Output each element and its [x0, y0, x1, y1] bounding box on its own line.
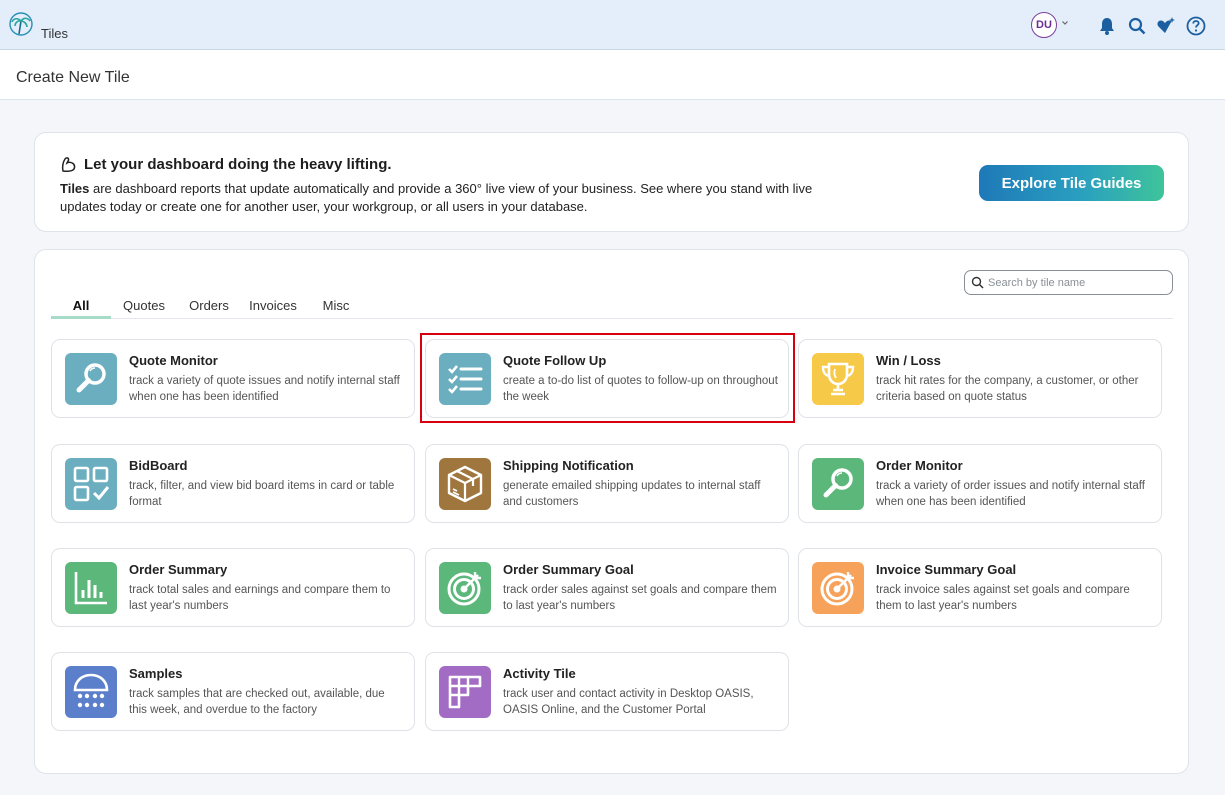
tile-description: track total sales and earnings and compa… — [129, 584, 391, 612]
tile-title: Samples — [129, 666, 183, 681]
intro-heading-text: Let your dashboard doing the heavy lifti… — [84, 156, 392, 173]
chevron-down-icon[interactable] — [1060, 18, 1070, 28]
search-icon[interactable] — [1127, 16, 1147, 36]
tile-description: track a variety of order issues and noti… — [876, 480, 1145, 508]
tile-title: Shipping Notification — [503, 458, 634, 473]
tile-description: track hit rates for the company, a custo… — [876, 375, 1139, 403]
tile-title: Activity Tile — [503, 666, 576, 681]
target-icon — [812, 562, 864, 614]
tile-description: track a variety of quote issues and noti… — [129, 375, 400, 403]
tile-win-loss[interactable]: Win / Loss track hit rates for the compa… — [798, 339, 1162, 418]
app-title: Tiles — [41, 26, 68, 41]
tab-invoices[interactable]: Invoices — [247, 298, 299, 319]
target-icon — [439, 562, 491, 614]
tile-invoice-summary-goal[interactable]: Invoice Summary Goal track invoice sales… — [798, 548, 1162, 627]
tab-orders[interactable]: Orders — [185, 298, 233, 319]
palm-tree-logo-icon[interactable] — [9, 12, 33, 38]
tile-shipping-notification[interactable]: Shipping Notification generate emailed s… — [425, 444, 789, 523]
top-bar: Tiles DU — [0, 0, 1225, 50]
category-tabs: All Quotes Orders Invoices Misc — [51, 298, 1173, 319]
page-title: Create New Tile — [16, 69, 130, 86]
intro-card: Let your dashboard doing the heavy lifti… — [34, 132, 1189, 232]
tile-description: track samples that are checked out, avai… — [129, 688, 385, 716]
page-header: Create New Tile — [0, 50, 1225, 100]
tile-title: Invoice Summary Goal — [876, 562, 1017, 577]
tab-quotes[interactable]: Quotes — [120, 298, 168, 319]
checklist-icon — [439, 353, 491, 405]
activity-grid-icon — [439, 666, 491, 718]
tile-bidboard[interactable]: BidBoard track, filter, and view bid boa… — [51, 444, 415, 523]
intro-heading: Let your dashboard doing the heavy lifti… — [60, 156, 392, 173]
user-avatar[interactable]: DU — [1031, 12, 1057, 38]
tile-description: create a to-do list of quotes to follow-… — [503, 375, 778, 403]
tile-title: Order Summary — [129, 562, 228, 577]
tile-order-summary-goal[interactable]: Order Summary Goal track order sales aga… — [425, 548, 789, 627]
explore-tile-guides-button[interactable]: Explore Tile Guides — [979, 165, 1164, 201]
tile-description: track user and contact activity in Deskt… — [503, 688, 754, 716]
trophy-icon — [812, 353, 864, 405]
tile-description: generate emailed shipping updates to int… — [503, 480, 761, 508]
search-icon — [971, 276, 984, 289]
bar-chart-icon — [65, 562, 117, 614]
tile-samples[interactable]: Samples track samples that are checked o… — [51, 652, 415, 731]
tab-all[interactable]: All — [51, 298, 111, 319]
tile-title: Order Summary Goal — [503, 562, 634, 577]
magnifier-icon — [812, 458, 864, 510]
intro-description-bold: Tiles — [60, 181, 90, 196]
tile-order-monitor[interactable]: Order Monitor track a variety of order i… — [798, 444, 1162, 523]
tile-activity[interactable]: Activity Tile track user and contact act… — [425, 652, 789, 731]
tile-title: Win / Loss — [876, 353, 941, 368]
tile-quote-follow-up[interactable]: Quote Follow Up create a to-do list of q… — [425, 339, 789, 418]
tile-search-input[interactable] — [988, 273, 1168, 292]
tile-quote-monitor[interactable]: Quote Monitor track a variety of quote i… — [51, 339, 415, 418]
flexed-arm-icon — [61, 157, 76, 173]
magnifier-icon — [65, 353, 117, 405]
intro-description: Tiles are dashboard reports that update … — [60, 180, 840, 216]
tile-description: track order sales against set goals and … — [503, 584, 777, 612]
tile-title: BidBoard — [129, 458, 188, 473]
help-icon[interactable] — [1186, 16, 1206, 36]
heart-sparkle-icon[interactable] — [1156, 16, 1176, 36]
tile-description: track, filter, and view bid board items … — [129, 480, 395, 508]
intro-description-text: are dashboard reports that update automa… — [60, 181, 813, 214]
tile-title: Quote Follow Up — [503, 353, 607, 368]
tile-order-summary[interactable]: Order Summary track total sales and earn… — [51, 548, 415, 627]
tile-title: Order Monitor — [876, 458, 963, 473]
tile-title: Quote Monitor — [129, 353, 218, 368]
bell-icon[interactable] — [1097, 16, 1117, 36]
tab-misc[interactable]: Misc — [318, 298, 354, 319]
tile-description: track invoice sales against set goals an… — [876, 584, 1130, 612]
grid-check-icon — [65, 458, 117, 510]
samples-icon — [65, 666, 117, 718]
tile-search-box[interactable] — [964, 270, 1173, 295]
package-icon — [439, 458, 491, 510]
